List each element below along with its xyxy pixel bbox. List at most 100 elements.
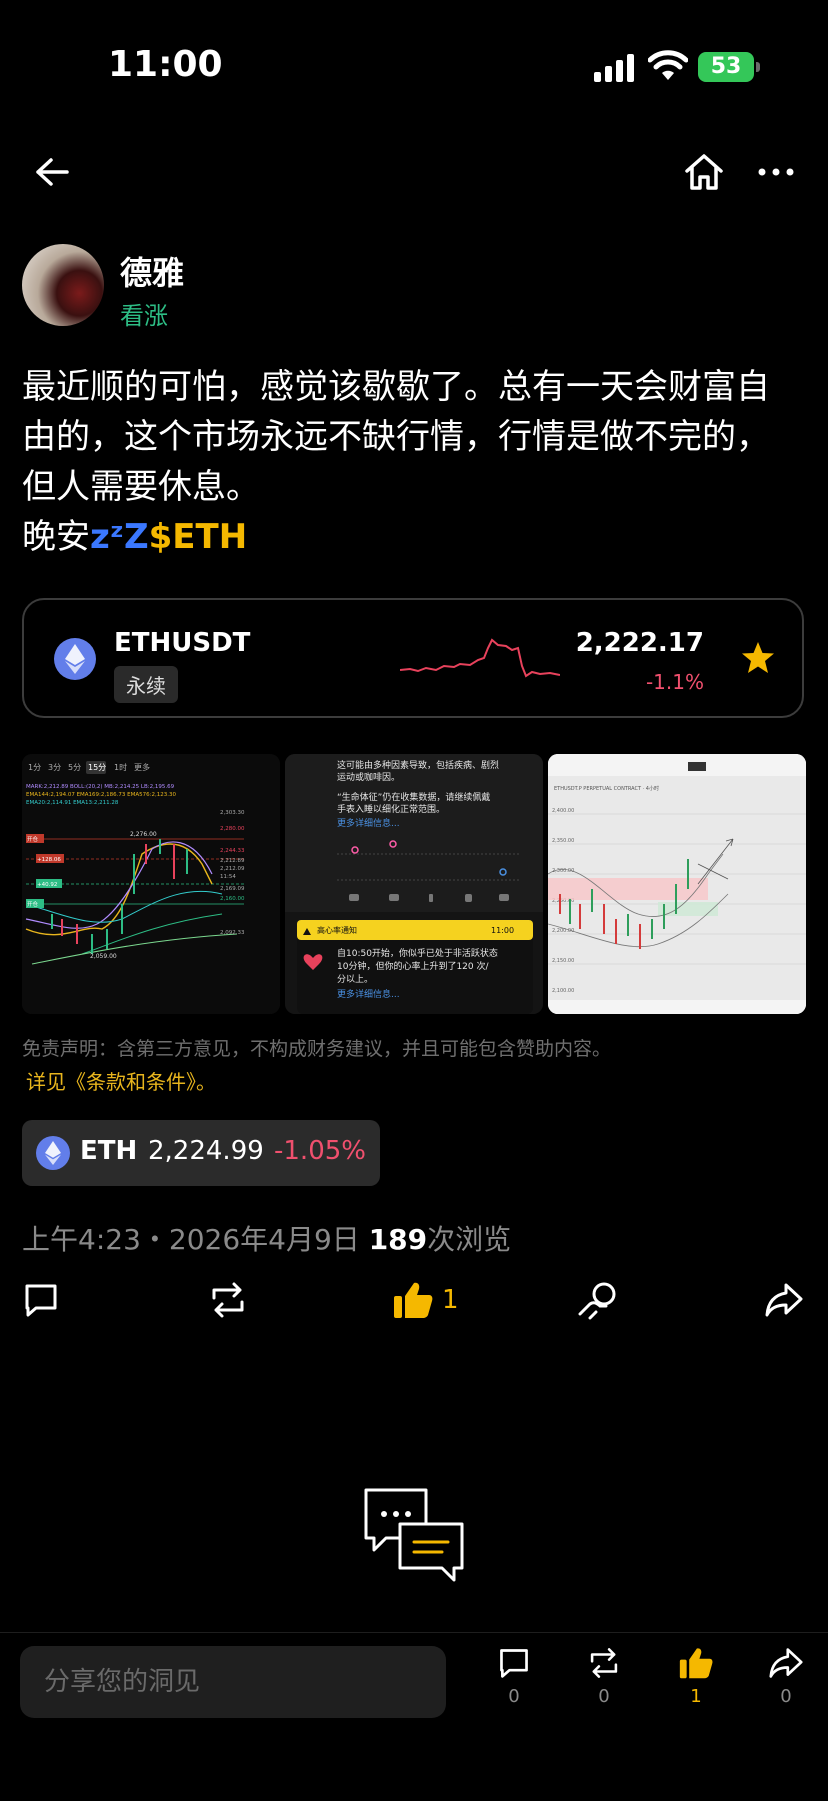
price-axis-label: 2,092.33 — [220, 930, 245, 936]
price-axis-label: 11:54 — [220, 874, 236, 880]
tf-tab: 3分 — [48, 763, 61, 772]
eth-logo-icon — [54, 638, 96, 680]
like-count: 1 — [690, 1686, 702, 1707]
comment-icon — [500, 1649, 528, 1678]
light-kline-chart-screenshot: ETHUSDT.P PERPETUAL CONTRACT · 4小时 2,400… — [548, 754, 806, 1014]
health-text: 手表入睡以细化正常范围。 — [337, 803, 445, 815]
position-tag: 开仓 — [27, 900, 39, 908]
kline-chart-screenshot: 1分 3分 5分 15分 1时 更多 MARK:2,212.89 BOLL:(2… — [22, 754, 280, 1014]
terms-link[interactable]: 详见《条款和条件》。 — [26, 1066, 216, 1095]
post-line: 最近顺的可怕，感觉该歇歇了。总有一天会财富自 — [22, 367, 770, 407]
thumbs-up-icon — [679, 1648, 713, 1679]
indicator-row: EMA20:2,114.91 EMA13:2,211.28 — [26, 800, 119, 806]
tip-button[interactable] — [578, 1270, 620, 1330]
wifi-icon — [648, 50, 688, 80]
view-count: 189 — [368, 1223, 428, 1256]
bottom-repost-button[interactable]: 0 — [574, 1646, 634, 1707]
battery-level: 53 — [710, 54, 742, 79]
indicator-row: MARK:2,212.89 BOLL:(20,2) MB:2,214.25 LB… — [26, 784, 175, 790]
price-sparkline — [400, 638, 560, 678]
alert-text: 分以上。 — [337, 974, 373, 985]
more-dots-icon — [758, 168, 794, 176]
alert-title: 高心率通知 — [317, 925, 357, 935]
tf-tab: 1时 — [114, 762, 127, 772]
position-tag: +40.92 — [37, 882, 57, 888]
eth-logo-icon — [36, 1136, 70, 1170]
share-insight-input[interactable] — [20, 1646, 446, 1718]
health-text: 这可能由多种因素导致，包括疾病、剧烈 — [337, 759, 499, 771]
arrow-left-icon — [36, 158, 69, 186]
bottom-comment-button[interactable]: 0 — [484, 1646, 544, 1707]
low-label: 2,059.00 — [90, 953, 117, 960]
health-text: “生命体征”仍在收集数据，请继续佩戴 — [337, 791, 490, 803]
author-name[interactable]: 德雅 — [120, 248, 184, 294]
price-axis-label: 2,280.00 — [220, 826, 245, 832]
like-button[interactable]: 1 — [392, 1270, 459, 1330]
star-icon — [742, 642, 774, 673]
ticker-change: -1.1% — [645, 670, 704, 694]
battery-icon: 53 — [698, 52, 760, 82]
post-body: 最近顺的可怕，感觉该歇歇了。总有一天会财富自 由的，这个市场永远不缺行情，行情是… — [22, 362, 806, 562]
repost-icon — [590, 1648, 618, 1678]
chip-symbol: ETH — [80, 1136, 138, 1166]
home-icon — [685, 154, 723, 190]
post-line: 由的，这个市场永远不缺行情，行情是做不完的， — [22, 417, 770, 457]
author-avatar[interactable] — [22, 244, 104, 326]
empty-comments-icon — [364, 1488, 464, 1582]
tf-tab-active: 15分 — [88, 763, 106, 772]
tf-tab: 1分 — [28, 763, 41, 772]
chart-header: ETHUSDT.P PERPETUAL CONTRACT · 4小时 — [554, 785, 659, 792]
home-button[interactable] — [674, 142, 734, 202]
post-image-2[interactable]: 这可能由多种因素导致，包括疾病、剧烈 运动或咖啡因。 “生命体征”仍在收集数据，… — [285, 754, 543, 1014]
details-link: 更多详细信息... — [337, 817, 400, 829]
sleep-zzz-emoji: zᶻZ — [90, 517, 149, 557]
post-image-3[interactable]: ETHUSDT.P PERPETUAL CONTRACT · 4小时 2,400… — [548, 754, 806, 1014]
bottom-share-button[interactable]: 0 — [756, 1646, 816, 1707]
price-level: 2,100.00 — [552, 988, 574, 994]
tf-tab: 更多 — [134, 762, 150, 772]
repost-count: 0 — [598, 1686, 610, 1707]
post-line: 但人需要休息。 — [22, 467, 260, 507]
comment-button[interactable] — [22, 1270, 60, 1330]
share-count: 0 — [780, 1686, 792, 1707]
share-button[interactable] — [764, 1270, 804, 1330]
chip-price: 2,224.99 — [148, 1136, 264, 1166]
post-time: 上午4:23 — [22, 1223, 141, 1256]
post-image-1[interactable]: 1分 3分 5分 15分 1时 更多 MARK:2,212.89 BOLL:(2… — [22, 754, 280, 1014]
share-arrow-icon — [765, 1283, 803, 1317]
price-axis-label: 2,212.89 — [220, 858, 245, 864]
details-link: 更多详细信息... — [337, 988, 400, 1000]
more-button[interactable] — [746, 142, 806, 202]
favorite-star-button[interactable] — [740, 640, 776, 680]
eth-price-chip[interactable]: ETH 2,224.99 -1.05% — [22, 1120, 380, 1186]
back-button[interactable] — [22, 142, 82, 202]
repost-button[interactable] — [206, 1270, 250, 1330]
ticker-card[interactable]: ETHUSDT 永续 2,222.17 -1.1% — [22, 598, 804, 718]
post-goodnight: 晚安 — [22, 517, 90, 557]
price-axis-label: 2,303.30 — [220, 810, 245, 816]
price-axis-label: 2,212.09 — [220, 866, 245, 872]
bottom-like-button[interactable]: 1 — [666, 1646, 726, 1707]
cellular-signal-icon — [594, 54, 634, 82]
price-level: 2,300.00 — [552, 868, 574, 874]
status-time: 11:00 — [108, 44, 223, 85]
alert-time: 11:00 — [491, 926, 514, 935]
health-notification-screenshot: 这可能由多种因素导致，包括疾病、剧烈 运动或咖啡因。 “生命体征”仍在收集数据，… — [285, 754, 543, 1014]
post-line-last: 晚安zᶻZ$ETH — [22, 512, 806, 562]
alert-text: 10分钟，但你的心率上升到了120 次/ — [337, 960, 489, 972]
like-count: 1 — [442, 1285, 459, 1315]
chip-change: -1.05% — [274, 1136, 366, 1166]
tip-hand-icon — [578, 1282, 616, 1320]
comment-icon — [25, 1284, 57, 1317]
post-meta: 上午4:23・2026年4月9日 189次浏览 — [22, 1218, 511, 1258]
price-axis-label: 2,160.00 — [220, 896, 245, 902]
ticker-type-badge: 永续 — [114, 666, 178, 703]
repost-icon — [212, 1282, 244, 1318]
view-label: 次浏览 — [427, 1223, 512, 1256]
comment-count: 0 — [508, 1686, 520, 1707]
thumbs-up-icon — [394, 1282, 433, 1318]
disclaimer-text: 免责声明：含第三方意见，不构成财务建议，并且可能包含赞助内容。 — [22, 1038, 612, 1060]
health-text: 运动或咖啡因。 — [337, 771, 400, 783]
cashtag-link[interactable]: $ETH — [149, 517, 248, 557]
price-axis-label: 2,169.09 — [220, 886, 245, 892]
